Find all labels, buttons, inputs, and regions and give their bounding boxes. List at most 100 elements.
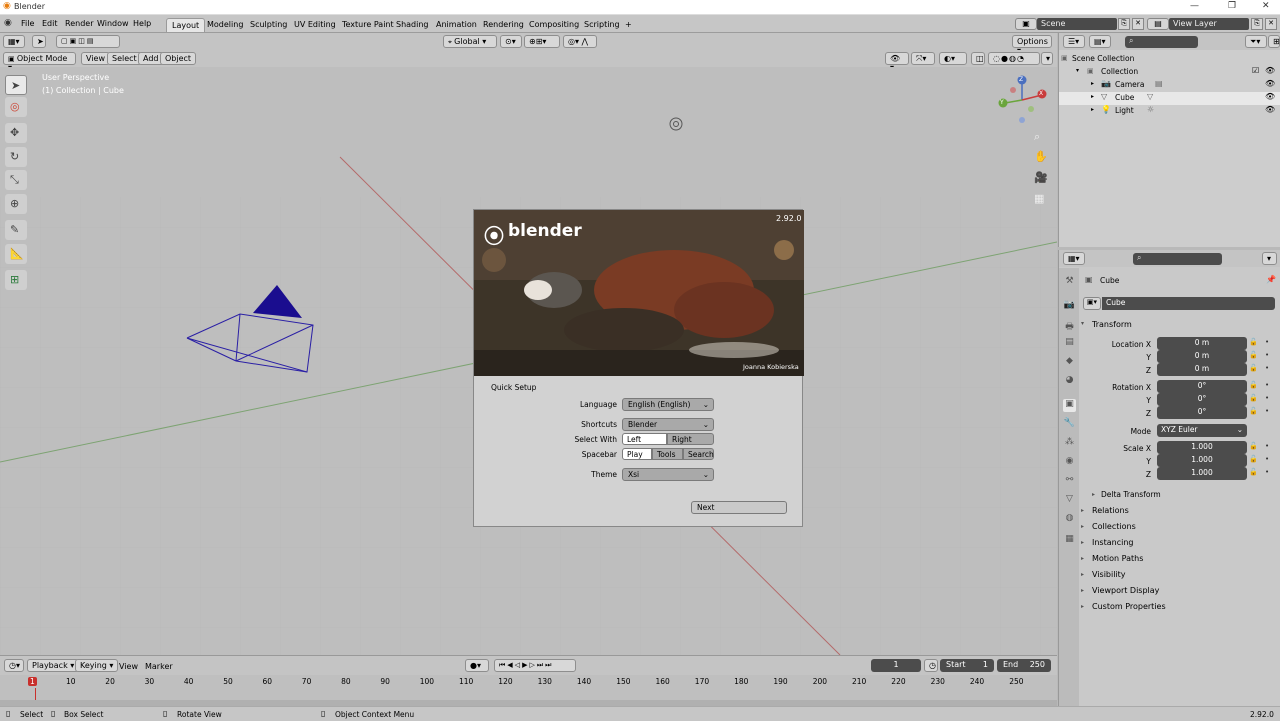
delta-transform-section[interactable]: Delta Transform: [1101, 490, 1161, 499]
scale-y-field[interactable]: 1.000: [1157, 454, 1247, 467]
expand-right-icon[interactable]: ▸: [1081, 507, 1084, 514]
rotation-z-field[interactable]: 0°: [1157, 406, 1247, 419]
properties-options-icon[interactable]: ▾: [1262, 252, 1277, 265]
tab-texture-paint[interactable]: Texture Paint: [337, 18, 399, 32]
outliner-row-scene-collection[interactable]: ▣ Scene Collection: [1059, 53, 1280, 66]
expand-right-icon[interactable]: ▸: [1081, 523, 1084, 530]
instancing-section[interactable]: Instancing: [1092, 538, 1133, 547]
preview-range-icon[interactable]: ◷: [924, 659, 938, 672]
transform-section[interactable]: Transform: [1092, 320, 1132, 329]
outliner-row-light[interactable]: ▸ 💡 Light ☼ 👁: [1059, 105, 1280, 118]
lock-icon[interactable]: 🔓: [1249, 468, 1258, 476]
keyframe-dot-icon[interactable]: •: [1265, 381, 1269, 389]
tab-uv-editing[interactable]: UV Editing: [289, 18, 341, 32]
scene-field[interactable]: Scene: [1037, 18, 1117, 30]
expand-down-icon[interactable]: ▾: [1076, 67, 1079, 74]
current-frame-field[interactable]: 1: [871, 659, 921, 672]
tab-modeling[interactable]: Modeling: [202, 18, 248, 32]
eye-icon[interactable]: 👁: [1265, 66, 1275, 75]
location-y-field[interactable]: 0 m: [1157, 350, 1247, 363]
select-tool-icon[interactable]: ➤: [32, 35, 46, 48]
expand-right-icon[interactable]: ▸: [1081, 555, 1084, 562]
tab-layout[interactable]: Layout: [166, 18, 206, 32]
lock-icon[interactable]: 🔓: [1249, 381, 1258, 389]
texture-tab-icon[interactable]: ▦: [1063, 534, 1076, 547]
eye-icon[interactable]: 👁: [1265, 79, 1275, 88]
xray-icon[interactable]: ◫: [971, 52, 985, 65]
outliner-editor-type-icon[interactable]: ☰▾: [1063, 35, 1085, 48]
gizmo-icon[interactable]: ⤧▾: [911, 52, 935, 65]
keyframe-dot-icon[interactable]: •: [1265, 351, 1269, 359]
light-object[interactable]: [669, 117, 683, 131]
keyframe-dot-icon[interactable]: •: [1265, 442, 1269, 450]
measure-tool[interactable]: 📐: [5, 244, 27, 264]
visibility-icon[interactable]: 👁▾: [885, 52, 909, 72]
properties-editor-type-icon[interactable]: ▦▾: [1063, 252, 1085, 265]
rotate-tool[interactable]: ↻: [5, 147, 27, 167]
outliner-row-camera[interactable]: ▸ 📷 Camera ▤ 👁: [1059, 79, 1280, 92]
view-layer-field[interactable]: View Layer: [1169, 18, 1249, 30]
collection-checkbox[interactable]: ☑: [1252, 66, 1259, 75]
end-frame-field[interactable]: End 250: [997, 659, 1051, 672]
mode-dropdown[interactable]: ▣ Object Mode ▾: [3, 52, 76, 72]
eye-icon[interactable]: 👁: [1265, 105, 1275, 114]
record-icon[interactable]: ●▾: [465, 659, 489, 672]
expand-right-icon[interactable]: ▸: [1092, 491, 1095, 498]
proportional-editing-icon[interactable]: ◎▾ ⋀: [563, 35, 597, 48]
spacebar-search[interactable]: Search: [683, 448, 714, 460]
select-menu[interactable]: Select: [107, 52, 142, 65]
render-tab-icon[interactable]: 📷: [1063, 300, 1076, 313]
scale-x-field[interactable]: 1.000: [1157, 441, 1247, 454]
menu-render[interactable]: Render: [65, 19, 93, 28]
maximize-button[interactable]: ❐: [1228, 1, 1236, 11]
view-menu[interactable]: View: [81, 52, 110, 65]
keyframe-dot-icon[interactable]: •: [1265, 364, 1269, 372]
display-mode-icon[interactable]: ▤▾: [1089, 35, 1111, 48]
outliner-row-collection[interactable]: ▾ ▣ Collection ☑ 👁: [1059, 66, 1280, 79]
selection-mode-icons[interactable]: ▢▣◫▤: [56, 35, 120, 48]
pivot-point-icon[interactable]: ⊙▾: [500, 35, 522, 48]
playback-controls[interactable]: ⏮◀◁▶▷⏭⏭: [494, 659, 576, 672]
options-button[interactable]: Options ▾: [1012, 35, 1052, 55]
data-tab-icon[interactable]: ▽: [1063, 494, 1076, 507]
menu-help[interactable]: Help: [133, 19, 151, 28]
remove-scene-icon[interactable]: ✕: [1132, 18, 1144, 30]
lock-icon[interactable]: 🔓: [1249, 351, 1258, 359]
shortcuts-dropdown[interactable]: Blender ⌄: [622, 418, 714, 431]
spacebar-tools[interactable]: Tools: [652, 448, 683, 460]
object-menu[interactable]: Object: [160, 52, 197, 65]
lock-icon[interactable]: 🔓: [1249, 364, 1258, 372]
lock-icon[interactable]: 🔓: [1249, 394, 1258, 402]
lock-icon[interactable]: 🔓: [1249, 442, 1258, 450]
select-with-right[interactable]: Right: [667, 433, 714, 445]
eye-icon[interactable]: 👁: [1265, 92, 1275, 101]
keyframe-dot-icon[interactable]: •: [1265, 407, 1269, 415]
shading-mode-icons[interactable]: ◌●◍◔: [988, 52, 1040, 65]
outliner-search-input[interactable]: ⌕: [1125, 36, 1198, 48]
select-with-left[interactable]: Left: [622, 433, 667, 445]
expand-right-icon[interactable]: ▸: [1091, 106, 1094, 113]
object-browse-icon[interactable]: ▣▾: [1083, 297, 1101, 310]
lock-icon[interactable]: 🔓: [1249, 407, 1258, 415]
move-tool[interactable]: ✥: [5, 123, 27, 143]
scale-z-field[interactable]: 1.000: [1157, 467, 1247, 480]
menu-file[interactable]: File: [21, 19, 34, 28]
lock-icon[interactable]: 🔓: [1249, 338, 1258, 346]
blender-menu-icon[interactable]: ◉: [4, 18, 12, 28]
timeline-area[interactable]: 1 10 20 30 40 50 60 70 80 90 100 110 120 130 140 150 160…: [0, 675, 1057, 706]
lock-icon[interactable]: 🔓: [1249, 455, 1258, 463]
rotation-y-field[interactable]: 0°: [1157, 393, 1247, 406]
timeline-editor-type-icon[interactable]: ◷▾: [4, 659, 24, 672]
expand-right-icon[interactable]: ▸: [1081, 539, 1084, 546]
tool-tab-icon[interactable]: ⚒: [1063, 276, 1076, 289]
material-tab-icon[interactable]: ◍: [1063, 513, 1076, 526]
object-name-field[interactable]: Cube: [1102, 297, 1275, 310]
tab-sculpting[interactable]: Sculpting: [245, 18, 292, 32]
add-cube-tool[interactable]: ⊞: [5, 270, 27, 290]
outliner-row-cube[interactable]: ▸ ▽ Cube ▽ 👁: [1059, 92, 1280, 105]
spacebar-play[interactable]: Play: [622, 448, 652, 460]
new-scene-icon[interactable]: ⎘: [1118, 18, 1130, 30]
camera-view-icon[interactable]: 🎥: [1034, 171, 1048, 184]
transform-orientation-dropdown[interactable]: ⌖ Global ▾: [443, 35, 497, 48]
tab-animation[interactable]: Animation: [431, 18, 482, 32]
